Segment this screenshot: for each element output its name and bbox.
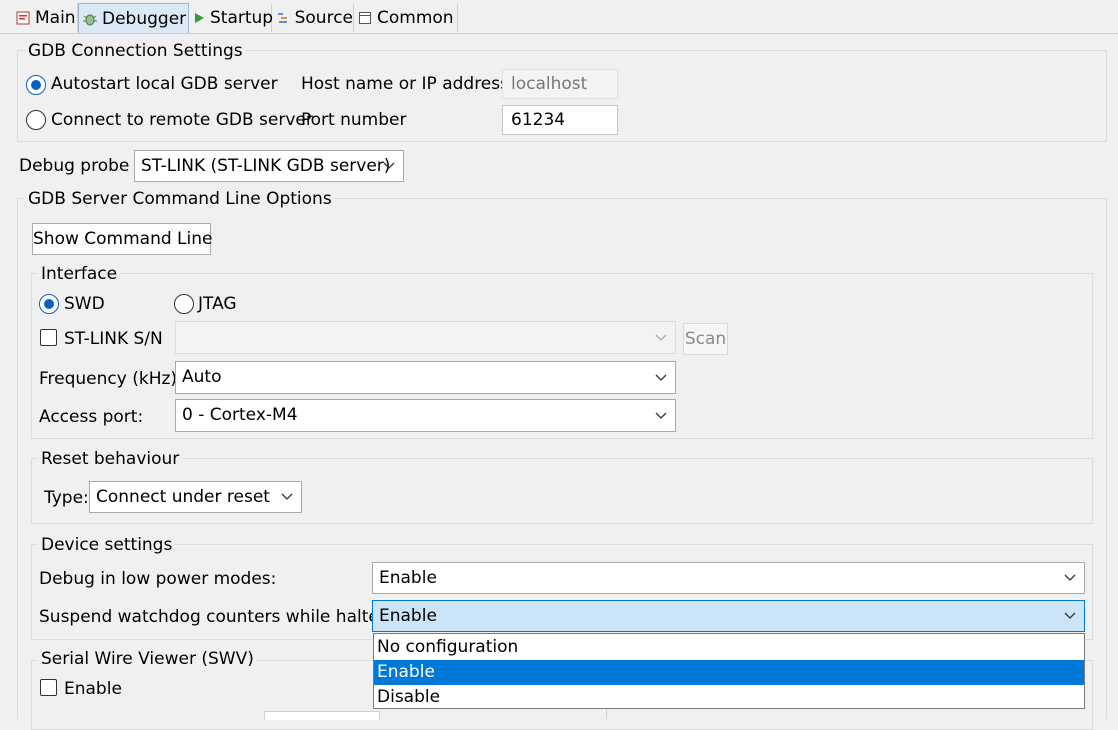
select-value: Enable bbox=[379, 568, 437, 588]
chevron-down-icon bbox=[655, 400, 667, 431]
tab-main[interactable]: Main bbox=[12, 4, 78, 32]
tab-label: Common bbox=[377, 8, 454, 28]
remote-gdb-radio[interactable] bbox=[26, 110, 46, 130]
host-input[interactable]: localhost bbox=[502, 69, 618, 99]
chevron-down-icon bbox=[383, 151, 395, 181]
dropdown-option-disable[interactable]: Disable bbox=[374, 685, 1084, 710]
group-title: GDB Connection Settings bbox=[25, 40, 246, 62]
access-port-label: Access port: bbox=[39, 407, 144, 427]
chevron-down-icon bbox=[655, 322, 667, 353]
remote-gdb-label: Connect to remote GDB server bbox=[51, 110, 313, 130]
chevron-down-icon bbox=[1064, 563, 1076, 593]
scan-button[interactable]: Scan bbox=[683, 323, 728, 355]
host-label: Host name or IP address bbox=[301, 74, 509, 94]
dropdown-option-no-configuration[interactable]: No configuration bbox=[374, 635, 1084, 660]
stlink-sn-checkbox[interactable] bbox=[40, 329, 57, 346]
common-tab-icon bbox=[357, 10, 373, 26]
port-label: Port number bbox=[301, 110, 407, 130]
reset-type-label: Type: bbox=[44, 488, 89, 508]
source-lookup-icon bbox=[275, 10, 291, 26]
tab-debugger[interactable]: Debugger bbox=[78, 3, 189, 33]
reset-type-select[interactable]: Connect under reset bbox=[89, 481, 302, 513]
debugger-bug-icon bbox=[82, 11, 98, 27]
group-title: Serial Wire Viewer (SWV) bbox=[38, 648, 257, 670]
frequency-label: Frequency (kHz): bbox=[39, 369, 183, 389]
access-port-select[interactable]: 0 - Cortex-M4 bbox=[175, 399, 676, 432]
tab-source[interactable]: Source bbox=[272, 4, 354, 32]
watchdog-select[interactable]: Enable bbox=[372, 600, 1085, 632]
debug-probe-select[interactable]: ST-LINK (ST-LINK GDB server) bbox=[134, 150, 404, 182]
select-value: Auto bbox=[182, 367, 222, 387]
stlink-sn-label: ST-LINK S/N bbox=[64, 329, 163, 349]
chevron-down-icon bbox=[1064, 601, 1076, 631]
chevron-down-icon bbox=[655, 362, 667, 393]
debug-probe-label: Debug probe bbox=[19, 156, 130, 176]
group-title: GDB Server Command Line Options bbox=[25, 188, 335, 210]
stlink-sn-select[interactable] bbox=[175, 321, 676, 354]
play-icon bbox=[192, 10, 206, 26]
low-power-label: Debug in low power modes: bbox=[39, 569, 277, 589]
low-power-select[interactable]: Enable bbox=[372, 562, 1085, 594]
show-command-line-button[interactable]: Show Command Line bbox=[32, 223, 212, 255]
jtag-radio[interactable] bbox=[174, 294, 194, 314]
swd-radio[interactable] bbox=[39, 294, 59, 314]
jtag-label: JTAG bbox=[198, 294, 237, 314]
swv-enable-label: Enable bbox=[64, 679, 122, 699]
group-title: Interface bbox=[38, 263, 121, 285]
port-input[interactable]: 61234 bbox=[502, 105, 618, 135]
select-value: Enable bbox=[379, 606, 437, 626]
swd-label: SWD bbox=[64, 294, 105, 314]
main-config-icon bbox=[15, 10, 31, 26]
tab-label: Main bbox=[35, 8, 76, 28]
dropdown-option-enable[interactable]: Enable bbox=[374, 660, 1084, 685]
autostart-label: Autostart local GDB server bbox=[51, 74, 278, 94]
group-title: Device settings bbox=[38, 534, 176, 556]
select-value: ST-LINK (ST-LINK GDB server) bbox=[141, 156, 391, 176]
watchdog-dropdown-list: No configuration Enable Disable bbox=[373, 633, 1085, 709]
autostart-radio[interactable] bbox=[26, 75, 46, 95]
group-title: Reset behaviour bbox=[38, 448, 183, 470]
tab-common[interactable]: Common bbox=[354, 4, 458, 32]
tab-label: Startup bbox=[210, 8, 274, 28]
divider bbox=[606, 709, 607, 719]
swv-enable-checkbox[interactable] bbox=[40, 679, 57, 696]
tab-bar: Main Debugger Startup Source Common bbox=[0, 0, 1118, 34]
select-value: 0 - Cortex-M4 bbox=[182, 405, 298, 425]
select-value: Connect under reset bbox=[96, 487, 270, 507]
chevron-down-icon bbox=[281, 482, 293, 512]
watchdog-label: Suspend watchdog counters while halted: bbox=[39, 607, 396, 627]
tab-startup[interactable]: Startup bbox=[189, 4, 274, 32]
frequency-select[interactable]: Auto bbox=[175, 361, 676, 394]
tab-label: Debugger bbox=[102, 8, 187, 29]
tab-label: Source bbox=[294, 8, 353, 28]
